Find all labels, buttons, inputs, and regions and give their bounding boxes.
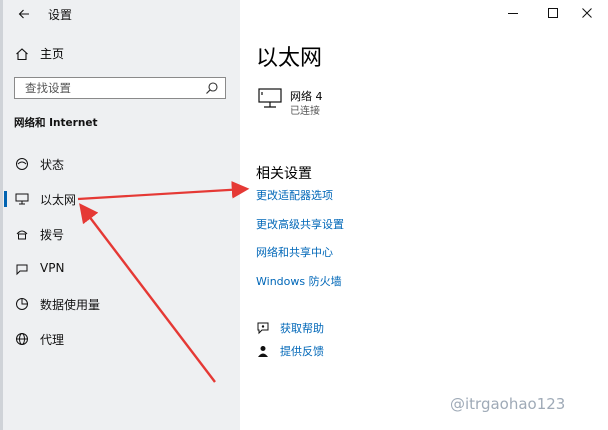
sidebar-item-label: 代理 [40, 333, 65, 347]
get-help-link[interactable]: 获取帮助 [256, 320, 324, 336]
sidebar-item-label: 以太网 [40, 193, 77, 207]
feedback-icon [256, 344, 270, 358]
minimize-button[interactable] [496, 2, 530, 24]
page-title: 以太网 [256, 46, 323, 71]
dialup-icon [14, 226, 30, 242]
maximize-button[interactable] [536, 2, 570, 24]
sidebar [0, 0, 240, 430]
get-help-label: 获取帮助 [280, 322, 324, 335]
sidebar-item-proxy[interactable]: 代理 [0, 326, 240, 352]
sidebar-item-label: 拨号 [40, 228, 65, 242]
sidebar-item-label: 状态 [40, 158, 65, 172]
search-box [14, 77, 226, 99]
data-usage-icon [14, 296, 30, 312]
get-help-icon [256, 321, 270, 335]
search-input[interactable] [15, 78, 205, 98]
status-icon [14, 156, 30, 172]
feedback-link[interactable]: 提供反馈 [256, 343, 324, 359]
link-network-sharing-center[interactable]: 网络和共享中心 [256, 244, 333, 260]
sidebar-item-label: VPN [40, 261, 65, 275]
window-title: 设置 [48, 8, 73, 22]
maximize-icon [548, 8, 558, 18]
minimize-icon [508, 13, 518, 14]
link-advanced-sharing[interactable]: 更改高级共享设置 [256, 216, 344, 232]
link-windows-firewall[interactable]: Windows 防火墙 [256, 273, 342, 289]
link-change-adapter-options[interactable]: 更改适配器选项 [256, 187, 333, 203]
search-icon[interactable] [205, 81, 219, 95]
sidebar-item-vpn[interactable]: VPN [0, 256, 240, 282]
sidebar-item-ethernet[interactable]: 以太网 [0, 186, 240, 212]
home-icon [14, 46, 30, 62]
nav-home[interactable]: 主页 [14, 45, 64, 62]
selection-indicator [4, 191, 7, 207]
proxy-icon [14, 331, 30, 347]
sidebar-item-data-usage[interactable]: 数据使用量 [0, 291, 240, 317]
window-edge [0, 0, 3, 430]
feedback-label: 提供反馈 [280, 345, 324, 358]
nav-home-label: 主页 [40, 47, 65, 61]
network-icon [258, 88, 282, 108]
vpn-icon [14, 261, 30, 277]
settings-window: 设置 主页 网络和 Internet 状态 [0, 0, 608, 430]
watermark: @itrgaohao123 [450, 395, 566, 413]
close-icon [582, 8, 592, 18]
close-button[interactable] [570, 2, 604, 24]
ethernet-icon [14, 191, 30, 207]
sidebar-item-status[interactable]: 状态 [0, 151, 240, 177]
section-title: 网络和 Internet [14, 117, 98, 129]
sidebar-item-dialup[interactable]: 拨号 [0, 221, 240, 247]
back-arrow-icon [18, 9, 29, 19]
back-button[interactable] [14, 4, 34, 24]
related-settings-title: 相关设置 [256, 166, 312, 182]
title-bar: 设置 [0, 0, 608, 28]
sidebar-item-label: 数据使用量 [40, 298, 101, 312]
network-status: 已连接 [290, 106, 320, 117]
